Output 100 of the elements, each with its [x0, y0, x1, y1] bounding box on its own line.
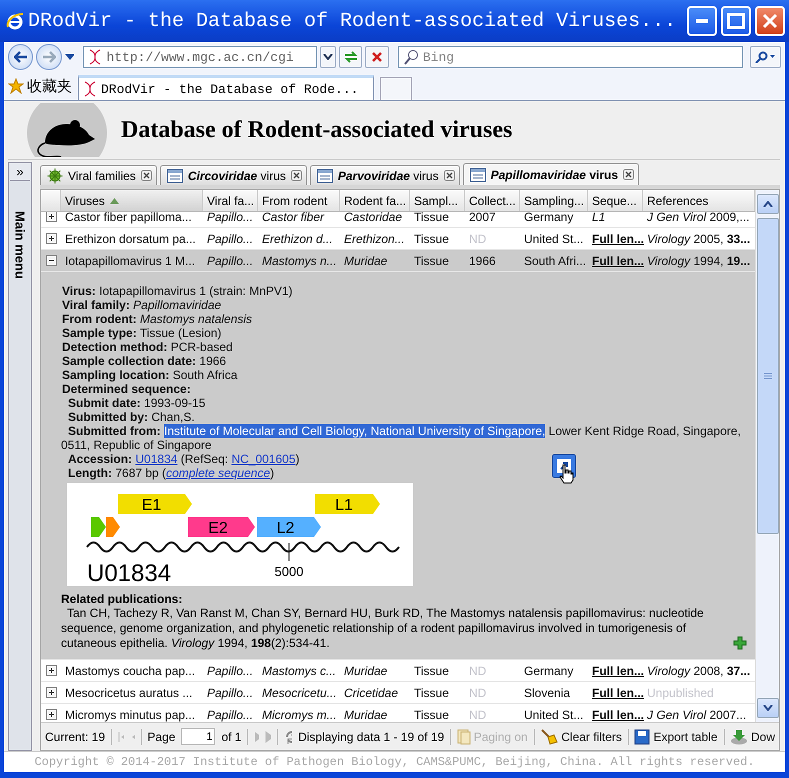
expand-icon: [46, 665, 56, 676]
expand-icon: [46, 709, 56, 720]
window-title: DRodVir - the Database of Rodent-associated Viruses...: [28, 10, 678, 32]
column-header[interactable]: Collect...: [465, 190, 520, 211]
table-cell-text: Muridae: [343, 708, 388, 722]
column-header[interactable]: Sampling...: [520, 190, 588, 211]
favorites-button[interactable]: 收藏夹: [8, 73, 72, 99]
table-cell-text: Full len...: [591, 708, 643, 722]
gene-label: L2: [276, 520, 294, 537]
table-row[interactable]: Iotapapillomavirus 1 M... Papillo... Mastomys n... Muridae Tissue 1966 South Afri... Full len... Virology 1994, 19...: [41, 250, 755, 272]
close-tab-icon[interactable]: [140, 170, 152, 181]
site-title: Database of Rodent-associated viruses: [121, 116, 512, 144]
table-cell-text: Tissue: [413, 708, 450, 722]
maximize-button[interactable]: [721, 6, 751, 36]
chevron-up-icon: [762, 201, 772, 207]
table-icon: [166, 168, 183, 182]
collapse-icon: [46, 255, 56, 266]
close-button[interactable]: [755, 6, 785, 36]
link[interactable]: NC_001605: [231, 452, 296, 466]
link[interactable]: complete sequence: [166, 466, 270, 480]
table-cell-text: Muridae: [343, 254, 388, 268]
table-cell-text: Papillo...: [206, 708, 254, 722]
table-cell-text: Mesocricetus auratus ...: [64, 686, 194, 700]
table-cell-text: J Gen Virol 2009,...: [646, 212, 751, 224]
table-cell-text: Full len...: [591, 686, 643, 700]
table-cell-text: Erethizon d...: [261, 232, 334, 246]
table-cell-text: Tissue: [413, 664, 450, 678]
tick-label: 5000: [274, 564, 304, 579]
detail-line: Submit date: 1993-09-15: [67, 396, 206, 410]
chevron-down-icon: [762, 705, 772, 711]
detail-line: Accession: U01834 (RefSeq: NC_001605): [67, 452, 300, 466]
tab[interactable]: Papillomaviridae virus: [462, 163, 640, 185]
toolbar-button[interactable]: Dow: [730, 728, 776, 744]
search-icon: [754, 51, 776, 63]
toolbar-button[interactable]: Clear filters: [540, 728, 622, 744]
scroll-down-button[interactable]: [756, 698, 778, 718]
column-header[interactable]: From rodent: [258, 190, 340, 211]
table-icon: [316, 168, 333, 182]
column-header[interactable]: Viruses: [61, 190, 203, 211]
table-cell-text: Virology 2008, 37...: [646, 664, 752, 678]
expand-menu-button[interactable]: »: [10, 163, 30, 181]
table-cell-text: Castoridae: [343, 212, 404, 224]
table-cell-text: Mastomys c...: [261, 664, 338, 678]
table-cell-text: Castor fiber: [261, 212, 326, 224]
tab[interactable]: Viral families: [40, 165, 157, 185]
table-cell-text: South Afri...: [523, 254, 588, 268]
virus-icon: [47, 168, 63, 184]
table-cell-text: Full len...: [591, 254, 643, 268]
link[interactable]: U01834: [135, 452, 178, 466]
column-header[interactable]: Seque...: [588, 190, 643, 211]
table-cell-text: Papillo...: [206, 212, 254, 224]
browser-logo-icon: [6, 12, 24, 30]
dropdown-icon[interactable]: [64, 54, 74, 60]
table-cell-text: Papillo...: [206, 664, 254, 678]
pages-icon: [456, 728, 471, 744]
gene-label: E2: [208, 520, 228, 537]
table-cell-text: L1: [591, 212, 606, 224]
close-tab-icon[interactable]: [290, 170, 302, 181]
tab[interactable]: Circoviridae virus: [160, 165, 307, 185]
accession-label: U01834: [87, 560, 172, 586]
table-cell-text: Virology 1994, 19...: [646, 254, 752, 268]
detail-line: From rodent: Mastomys natalensis: [61, 312, 252, 326]
browser-tab[interactable]: DRodVir - the Database of Rode...: [78, 75, 374, 100]
search-icon: [402, 49, 419, 65]
address-dropdown-button[interactable]: [320, 46, 336, 68]
display-info: Displaying data 1 - 19 of 19: [298, 730, 444, 744]
table-icon: [470, 168, 486, 182]
scroll-up-button[interactable]: [756, 194, 778, 214]
minimize-button[interactable]: [687, 6, 717, 36]
tab[interactable]: Parvoviridae virus: [310, 165, 460, 185]
table-cell-text: Mastomys coucha pap...: [64, 664, 196, 678]
page-input[interactable]: 1: [181, 728, 216, 745]
back-button[interactable]: [8, 44, 34, 70]
close-tab-icon[interactable]: [623, 169, 634, 180]
add-icon[interactable]: [733, 636, 747, 650]
column-header[interactable]: Viral fa...: [203, 190, 258, 211]
detail-line: Sampling location: South Africa: [61, 368, 238, 382]
column-header[interactable]: Rodent fa...: [340, 190, 410, 211]
table-cell-text: Castor fiber papilloma...: [64, 212, 193, 224]
table-cell-text: Tissue: [413, 232, 450, 246]
toolbar-button[interactable]: Export table: [634, 728, 718, 744]
search-button[interactable]: [750, 46, 781, 68]
forward-arrow-icon: [42, 51, 56, 63]
back-arrow-icon: [14, 51, 28, 63]
table-cell-text: 1966: [468, 254, 497, 268]
publications-heading: Related publications:: [61, 592, 184, 606]
table-cell-text: Full len...: [591, 232, 643, 246]
maximize-icon: [727, 13, 745, 29]
star-icon: [8, 78, 24, 94]
grip-icon: [764, 373, 772, 379]
scroll-thumb[interactable]: [756, 218, 778, 534]
stop-button[interactable]: [365, 46, 389, 68]
table-cell-text: Papillo...: [206, 254, 254, 268]
close-tab-icon[interactable]: [444, 170, 455, 181]
sort-ascending-icon: [110, 198, 119, 204]
gene-label: L1: [335, 497, 353, 514]
detail-line: Determined sequence:: [61, 382, 191, 396]
column-header[interactable]: Sampl...: [410, 190, 465, 211]
table-cell-text: Full len...: [591, 664, 643, 678]
table-row[interactable]: Castor fiber papilloma... Papillo... Castor fiber Castoridae Tissue 2007 Germany L1 J Gen Virol 2009,...: [41, 212, 755, 228]
